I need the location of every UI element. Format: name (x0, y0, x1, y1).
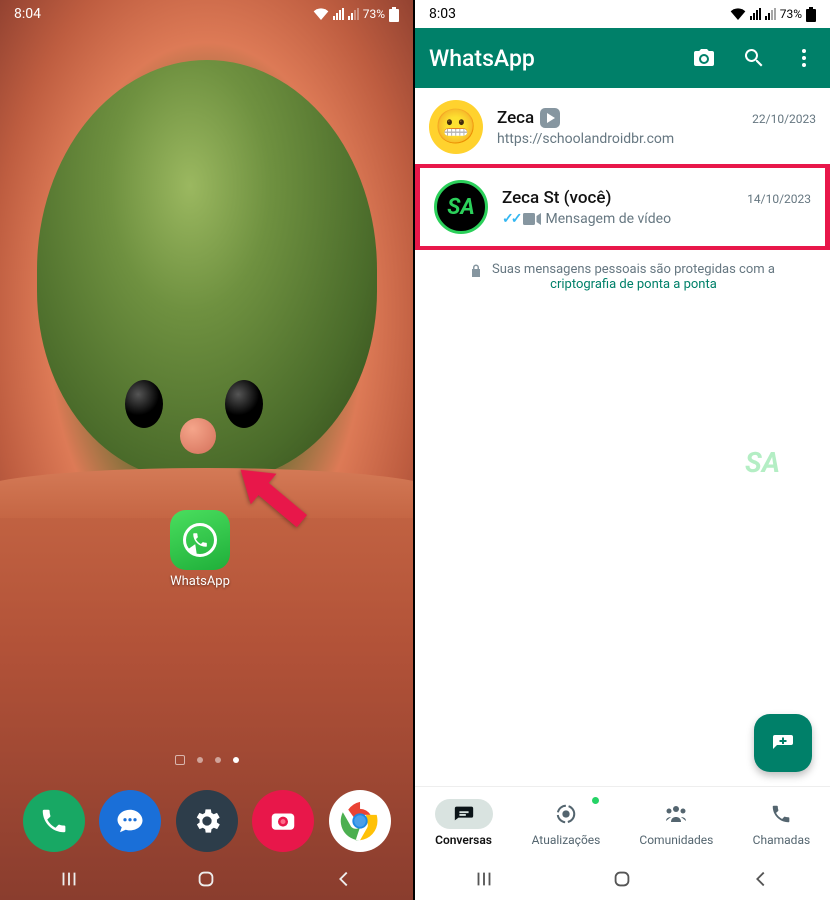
clock: 8:04 (14, 6, 41, 22)
new-chat-fab[interactable] (754, 714, 812, 772)
tab-label: Conversas (435, 833, 492, 847)
status-bar: 8:03 73% (415, 0, 830, 28)
nav-recents[interactable] (473, 868, 495, 890)
chat-preview: ✓✓ Mensagem de vídeo (502, 211, 811, 227)
nav-home[interactable] (611, 868, 633, 890)
battery-icon (389, 7, 399, 22)
read-ticks-icon: ✓✓ (502, 211, 519, 227)
play-badge-icon (540, 108, 560, 128)
chat-item-zeca[interactable]: 😬 Zeca 22/10/2023 https://schoolandroidb… (415, 88, 830, 166)
chat-name: Zeca (497, 108, 560, 128)
nav-back[interactable] (333, 868, 355, 890)
nav-recents[interactable] (58, 868, 80, 890)
page-dot[interactable] (197, 757, 203, 763)
page-dot-active[interactable] (233, 757, 239, 763)
chat-icon (453, 803, 475, 825)
wallpaper-nose (180, 418, 216, 454)
signal-icon (333, 8, 344, 20)
signal-icon-2 (348, 8, 359, 20)
tab-label: Comunidades (639, 833, 713, 847)
wallpaper-eye (125, 380, 163, 428)
status-icons: 73% (730, 7, 816, 22)
avatar: SA (434, 180, 488, 234)
chat-list: 😬 Zeca 22/10/2023 https://schoolandroidb… (415, 88, 830, 306)
watermark: SA (745, 446, 780, 479)
chat-preview: https://schoolandroidbr.com (497, 131, 816, 147)
signal-icon-2 (765, 8, 776, 20)
dock (0, 790, 413, 852)
apps-grid-icon[interactable] (175, 755, 185, 765)
app-label: WhatsApp (170, 574, 230, 589)
wifi-icon (730, 8, 746, 20)
encryption-link[interactable]: criptografia de ponta a ponta (550, 277, 717, 292)
nav-back[interactable] (750, 868, 772, 890)
battery-percent: 73% (363, 7, 385, 21)
wallpaper-eye (225, 380, 263, 428)
calls-icon (770, 803, 792, 825)
dock-chrome[interactable] (329, 790, 391, 852)
chat-item-self[interactable]: SA Zeca St (você) 14/10/2023 ✓✓ Mensagem… (415, 164, 830, 250)
status-icon (555, 803, 577, 825)
tab-chamadas[interactable]: Chamadas (752, 799, 810, 847)
whatsapp-screen: 8:03 73% WhatsApp 😬 Zeca (415, 0, 830, 900)
clock: 8:03 (429, 6, 456, 22)
home-screen: 8:04 73% WhatsApp (0, 0, 415, 900)
wallpaper-cactus-body (37, 60, 377, 480)
tab-label: Atualizações (532, 833, 601, 847)
page-indicator[interactable] (0, 755, 413, 765)
header-title: WhatsApp (429, 45, 535, 72)
chat-date: 14/10/2023 (747, 192, 811, 206)
tab-comunidades[interactable]: Comunidades (639, 799, 713, 847)
status-bar: 8:04 73% (0, 0, 413, 28)
nav-home[interactable] (195, 868, 217, 890)
page-dot[interactable] (215, 757, 221, 763)
more-icon[interactable] (792, 46, 816, 70)
tab-conversas[interactable]: Conversas (435, 799, 493, 847)
chat-date: 22/10/2023 (752, 112, 816, 126)
dock-settings[interactable] (176, 790, 238, 852)
status-icons: 73% (313, 7, 399, 22)
signal-icon (750, 8, 761, 20)
search-icon[interactable] (742, 46, 766, 70)
chat-name: Zeca St (você) (502, 188, 611, 208)
dock-messages[interactable] (99, 790, 161, 852)
nav-bar (0, 858, 413, 900)
lock-icon (470, 264, 482, 278)
dock-phone[interactable] (23, 790, 85, 852)
tab-label: Chamadas (753, 833, 811, 847)
dock-camera[interactable] (252, 790, 314, 852)
battery-icon (806, 7, 816, 22)
whatsapp-app-shortcut[interactable]: WhatsApp (170, 510, 230, 589)
communities-icon (664, 803, 688, 825)
camera-icon[interactable] (692, 46, 716, 70)
encryption-notice: Suas mensagens pessoais são protegidas c… (415, 248, 830, 306)
wifi-icon (313, 8, 329, 20)
whatsapp-header: WhatsApp (415, 28, 830, 88)
whatsapp-icon (170, 510, 230, 570)
video-icon (523, 213, 541, 225)
avatar: 😬 (429, 100, 483, 154)
tab-atualizacoes[interactable]: Atualizações (532, 799, 601, 847)
nav-bar (415, 858, 830, 900)
battery-percent: 73% (780, 7, 802, 21)
bottom-tabs: Conversas Atualizações Comunidades Chama… (415, 786, 830, 858)
